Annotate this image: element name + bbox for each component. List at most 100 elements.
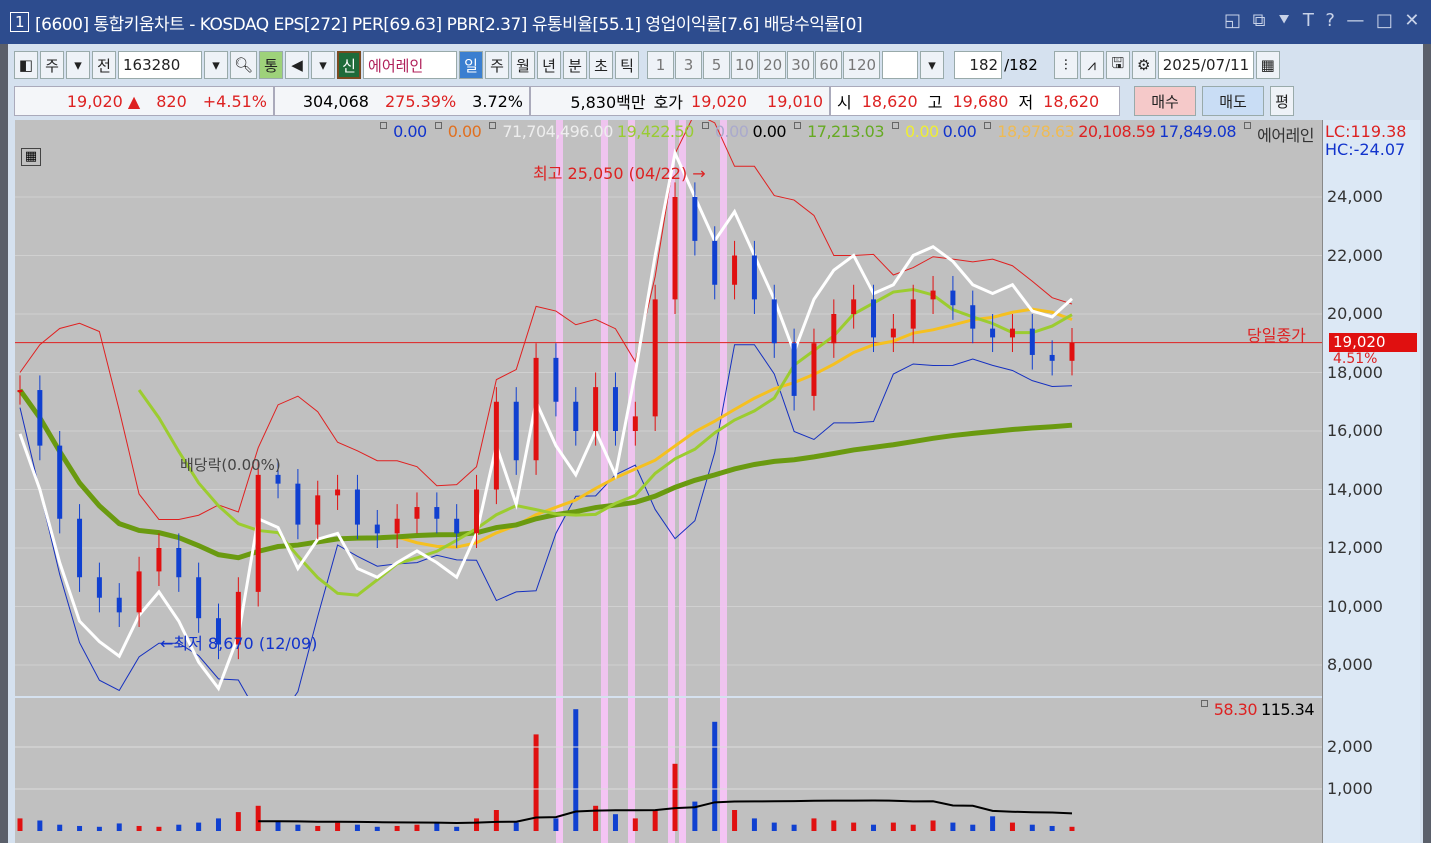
candle	[176, 548, 182, 578]
prev-button[interactable]: 전	[92, 51, 116, 79]
period-tab[interactable]: 월	[511, 51, 536, 79]
minute-tab[interactable]: 3	[675, 51, 703, 79]
volume-bar	[17, 818, 23, 831]
volume-bar	[37, 820, 43, 831]
buy-button[interactable]: 매수	[1134, 86, 1196, 116]
minute-tab[interactable]: 5	[703, 51, 731, 79]
legend-value: 19,422.50	[616, 122, 694, 141]
hoga-label: 호가	[653, 93, 684, 112]
change: 820	[156, 91, 187, 111]
price: 19,020 ▲	[66, 91, 141, 111]
candle	[950, 290, 956, 306]
hc-value: HC:-24.07	[1325, 140, 1406, 159]
search-icon[interactable]: 🔍︎	[230, 51, 258, 79]
volume-bar	[970, 824, 976, 831]
candle	[811, 343, 817, 396]
candle	[771, 299, 777, 344]
legend-marker	[489, 122, 497, 129]
volume-bar	[652, 810, 658, 831]
high-label: 고	[927, 93, 943, 112]
market-select[interactable]: 주	[40, 51, 64, 79]
minute-tabs: 1 3 5 10 20 30 60 120	[647, 51, 881, 79]
candle	[890, 328, 896, 338]
candle	[612, 387, 618, 431]
window-button[interactable]: T	[1303, 10, 1314, 31]
minute-tab[interactable]: 10	[731, 51, 759, 79]
vol-legend-value: 58.30	[1213, 700, 1258, 719]
y-axis: LC:119.38 HC:-24.07 24,000 22,000 20,000 18…	[1322, 120, 1420, 843]
chevron-down-icon[interactable]: ▾	[311, 51, 336, 79]
grid-icon[interactable]: ▦	[21, 148, 41, 166]
gear-icon[interactable]: ⚙	[1131, 51, 1156, 79]
highlight-band	[720, 120, 727, 696]
legend-value: 0.00	[714, 122, 749, 141]
period-tab[interactable]: 주	[485, 51, 510, 79]
save-icon[interactable]: 🖫︎	[1105, 51, 1130, 79]
window-button[interactable]: ⧉	[1253, 10, 1266, 31]
volume-bar	[57, 824, 63, 831]
code-input[interactable]: 163280	[118, 51, 202, 79]
candle	[255, 474, 261, 592]
window-button[interactable]: □	[1376, 10, 1393, 31]
window-button[interactable]: ⯆	[1277, 10, 1291, 31]
sell-button[interactable]: 매도	[1202, 86, 1264, 116]
legend-value: 에어레인	[1257, 126, 1314, 145]
chevron-down-icon[interactable]: ▾	[920, 51, 945, 79]
window-button[interactable]: ◱	[1224, 10, 1241, 31]
volume-bar	[196, 822, 202, 831]
calendar-icon[interactable]: ▦	[1255, 51, 1280, 79]
window-title: [6600] 통합키움차트 - KOSDAQ EPS[272] PER[69.6…	[35, 14, 863, 35]
count-input[interactable]: 182	[954, 51, 1003, 79]
candle	[196, 577, 202, 619]
highlight-band	[556, 120, 563, 696]
legend-marker	[1244, 122, 1252, 129]
window-button[interactable]: ?	[1325, 10, 1335, 31]
minute-tab[interactable]: 30	[787, 51, 815, 79]
candle	[1029, 328, 1035, 355]
legend-value: 18,978.63	[997, 122, 1075, 141]
period-tab[interactable]: 틱	[615, 51, 640, 79]
window-button[interactable]: ✕	[1404, 10, 1419, 31]
period-tab[interactable]: 분	[563, 51, 588, 79]
y-tick: 12,000	[1327, 538, 1383, 557]
window-button[interactable]: —	[1346, 10, 1364, 31]
candle	[136, 571, 142, 613]
layout-icon[interactable]: ◧	[14, 51, 38, 79]
minute-tab[interactable]: 120	[843, 51, 881, 79]
low-label: 저	[1018, 93, 1034, 112]
change-pct: +4.51%	[202, 91, 267, 111]
period-tab[interactable]: 일	[459, 51, 484, 79]
avg-button[interactable]: 평	[1270, 86, 1294, 116]
volume-bar	[593, 805, 599, 831]
volume-bar	[632, 818, 638, 831]
candle	[632, 416, 638, 431]
minute-tab[interactable]: 60	[815, 51, 843, 79]
legend-marker	[984, 122, 992, 129]
chevron-down-icon[interactable]: ▾	[204, 51, 228, 79]
candle-icon[interactable]: ⫶	[1053, 51, 1078, 79]
period-tab[interactable]: 년	[537, 51, 562, 79]
tong-button[interactable]: 통	[259, 51, 284, 79]
custom-period-input[interactable]	[882, 51, 919, 79]
volume-bar	[215, 818, 221, 831]
shin-badge[interactable]: 신	[337, 51, 362, 79]
indicator-legend: 0.00 0.00 71,704,496.00 19,422.50 0.00 0.00 17…	[376, 122, 1314, 146]
speaker-icon[interactable]: ◀︎	[285, 51, 310, 79]
candle	[910, 299, 916, 329]
close-label: 당일종가	[1247, 326, 1306, 345]
chevron-down-icon[interactable]: ▾	[66, 51, 90, 79]
volume-bar	[96, 826, 102, 831]
candle	[791, 343, 797, 396]
add-indicator-icon[interactable]: ⩘	[1079, 51, 1104, 79]
candle	[454, 518, 460, 534]
date-input[interactable]: 2025/07/11	[1157, 51, 1254, 79]
minute-tab[interactable]: 1	[647, 51, 675, 79]
minute-tab[interactable]: 20	[759, 51, 787, 79]
price-chart[interactable]: 0.00 0.00 71,704,496.00 19,422.50 0.00 0.00 17…	[15, 120, 1322, 696]
highlight-band	[720, 698, 727, 843]
candle	[672, 197, 678, 300]
volume-bar	[156, 826, 162, 831]
candle	[37, 390, 43, 446]
period-tab[interactable]: 초	[589, 51, 614, 79]
volume-chart[interactable]: 58.30 115.34	[15, 698, 1322, 843]
